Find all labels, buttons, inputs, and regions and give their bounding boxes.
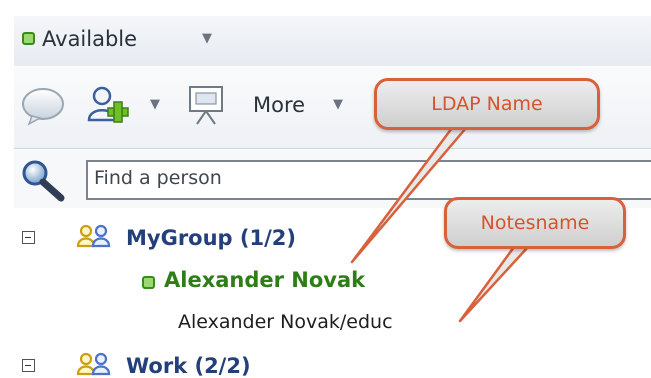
contacts-panel: Available ▼ ▼ More ▼ Find a person MyGro… <box>0 0 651 378</box>
notesname-callout: Notesname <box>444 197 626 249</box>
callout-connectors <box>350 126 530 323</box>
ldap-name-callout: LDAP Name <box>374 78 600 130</box>
